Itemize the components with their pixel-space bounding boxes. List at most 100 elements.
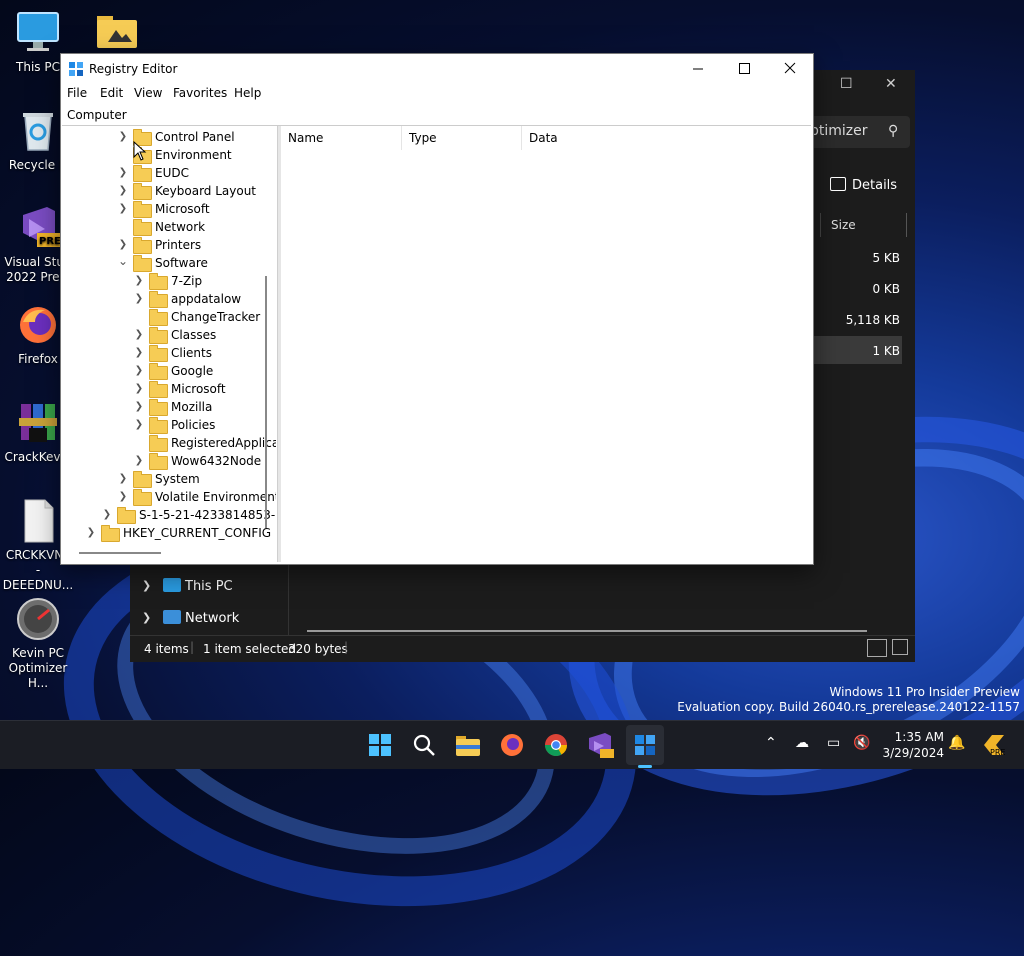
tree-node-label: Environment [155,148,232,162]
window-title: Registry Editor [89,62,178,76]
file-size: 0 KB [872,282,900,296]
menu-file[interactable]: File [67,86,87,100]
folder-icon [149,345,168,362]
title-bar[interactable]: Registry Editor [61,54,813,84]
column-header-data[interactable]: Data [522,126,722,150]
desktop-icon-kevin-pc-optimizer[interactable]: Kevin PC Optimizer H... [0,596,76,691]
document-icon [15,498,61,544]
chevron-right-icon[interactable]: ❯ [133,329,145,340]
tree-node-label: Microsoft [171,382,226,396]
tiles-view-icon[interactable] [892,639,908,655]
watermark-line: Windows 11 Pro Insider Preview [829,685,1020,699]
firefox-icon[interactable] [498,731,526,759]
search-box[interactable]: ptimizer ⚲ [810,116,910,148]
mouse-cursor-icon [133,141,147,161]
nav-item-this-pc[interactable]: ❯ This PC [130,573,288,601]
chevron-right-icon[interactable]: ❯ [142,611,151,624]
status-selected: 1 item selected [203,642,297,656]
tree-node-label: Microsoft [155,202,210,216]
chevron-right-icon[interactable]: ❯ [117,131,129,142]
column-header-size[interactable]: Size [820,213,907,237]
column-header-type[interactable]: Type [402,126,522,150]
svg-text:PRE: PRE [39,236,61,247]
tree-vertical-scrollbar[interactable] [265,276,267,528]
column-header-label: Type [409,131,437,145]
chevron-right-icon[interactable]: ❯ [133,347,145,358]
file-size: 5 KB [872,251,900,265]
menu-edit[interactable]: Edit [100,86,123,100]
firefox-icon [15,302,61,348]
folder-icon [149,381,168,398]
chevron-right-icon[interactable]: ❯ [133,383,145,394]
chevron-right-icon[interactable]: ❯ [117,203,129,214]
chevron-right-icon[interactable]: ❯ [117,185,129,196]
folder-icon [133,183,152,200]
close-button[interactable] [767,54,813,84]
chevron-right-icon[interactable]: ❯ [142,579,151,592]
visual-studio-icon[interactable] [586,731,614,759]
tree-node-label: RegisteredApplica [171,436,276,450]
search-icon[interactable] [410,731,438,759]
search-icon: ⚲ [888,123,899,139]
chevron-right-icon[interactable]: ❯ [133,293,145,304]
tree-node-label: System [155,472,200,486]
maximize-icon[interactable]: ☐ [840,76,853,92]
chevron-right-icon[interactable]: ❯ [85,527,97,538]
chevron-right-icon[interactable]: ❯ [133,275,145,286]
file-explorer-icon[interactable] [454,731,482,759]
details-label: Details [852,178,898,193]
folder-icon [117,507,136,524]
nav-item-network[interactable]: ❯ Network [130,605,288,633]
cloud-offline-icon[interactable]: ☁ [795,735,809,751]
tree-node-label: HKEY_CURRENT_CONFIG [123,526,272,540]
tree-node-label: Software [155,256,208,270]
maximize-button[interactable] [721,54,767,84]
chevron-right-icon[interactable]: ❯ [133,401,145,412]
monitor-icon [15,10,61,56]
chevron-right-icon[interactable]: ❯ [101,509,113,520]
chevron-down-icon[interactable]: ⌄ [117,254,129,268]
minimize-button[interactable] [675,54,721,84]
chevron-right-icon[interactable]: ❯ [117,491,129,502]
details-view-icon[interactable] [867,639,887,657]
chevron-right-icon[interactable]: ❯ [117,167,129,178]
address-input[interactable]: Computer [67,108,127,122]
winrar-icon [15,400,61,446]
chevron-right-icon[interactable]: ❯ [117,473,129,484]
close-icon[interactable]: ✕ [885,76,897,92]
chevron-right-icon[interactable]: ❯ [117,239,129,250]
chevron-right-icon[interactable]: ❯ [133,365,145,376]
tree-horizontal-scrollbar[interactable] [79,552,161,554]
chevron-right-icon[interactable]: ❯ [133,419,145,430]
volume-muted-icon[interactable]: 🔇 [853,735,870,751]
details-button[interactable]: Details [830,177,897,193]
tree-node-label: S-1-5-21-4233814853-2 [139,508,276,522]
start-icon[interactable] [366,731,394,759]
nav-pane-divider [288,560,289,636]
notification-bell-icon[interactable]: 🔔 [948,735,965,751]
folder-icon [149,291,168,308]
column-header-name[interactable]: Name [281,126,402,150]
menu-help[interactable]: Help [234,86,261,100]
registry-editor-window[interactable]: Registry Editor File Edit View Favorites… [60,53,814,565]
tree-node-label: Printers [155,238,202,252]
registry-tree[interactable]: ❯ Control Panel Environment ❯ EUDC ❯ Keyboard … [61,126,276,562]
horizontal-scrollbar[interactable] [307,630,867,632]
search-input[interactable]: ptimizer [810,123,868,139]
registry-editor-icon[interactable] [631,731,659,759]
folder-icon [133,471,152,488]
nav-item-label: Network [185,611,240,626]
menu-view[interactable]: View [134,86,162,100]
desktop-icon-label: Kevin PC Optimizer H... [8,646,68,690]
status-item-count: 4 items [144,642,189,656]
status-bar: 4 items | 1 item selected 320 bytes | [130,635,915,662]
chevron-up-icon[interactable]: ⌃ [765,735,777,751]
insider-preview-icon[interactable]: PRE [980,731,1008,759]
chevron-right-icon[interactable]: ❯ [133,455,145,466]
values-list[interactable]: Name Type Data [281,126,811,562]
chrome-icon[interactable] [542,731,570,759]
menu-favorites[interactable]: Favorites [173,86,227,100]
clock[interactable]: 1:35 AM 3/29/2024 [876,729,944,761]
address-bar[interactable]: Computer [62,106,811,126]
display-icon[interactable]: ▭ [827,735,840,751]
